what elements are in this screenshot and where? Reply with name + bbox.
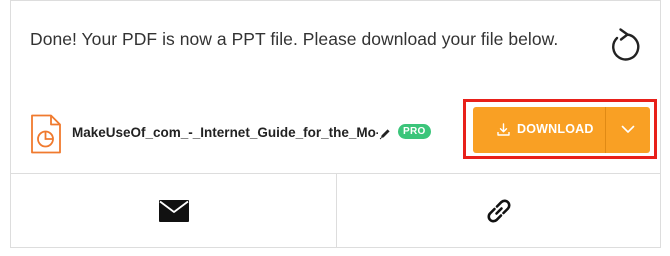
result-header: Done! Your PDF is now a PPT file. Please… bbox=[11, 1, 660, 173]
file-name: MakeUseOf_com_-_Internet_Guide_for_the_M… bbox=[72, 125, 378, 140]
pro-badge: PRO bbox=[398, 124, 431, 139]
download-icon bbox=[497, 123, 510, 136]
file-row: MakeUseOf_com_-_Internet_Guide_for_the_M… bbox=[11, 97, 660, 169]
share-row bbox=[11, 173, 660, 247]
share-link-button[interactable] bbox=[337, 174, 660, 247]
status-message: Done! Your PDF is now a PPT file. Please… bbox=[30, 29, 559, 49]
download-button[interactable]: DOWNLOAD bbox=[473, 107, 605, 153]
chevron-down-icon bbox=[621, 125, 635, 133]
restart-icon[interactable] bbox=[608, 27, 642, 63]
download-options-button[interactable] bbox=[605, 107, 650, 153]
ppt-file-icon bbox=[30, 114, 62, 154]
link-icon bbox=[487, 199, 511, 223]
pencil-icon[interactable] bbox=[379, 127, 391, 140]
envelope-icon bbox=[159, 200, 189, 222]
download-label: DOWNLOAD bbox=[517, 122, 594, 136]
share-email-button[interactable] bbox=[11, 174, 337, 247]
result-card: Done! Your PDF is now a PPT file. Please… bbox=[10, 0, 661, 248]
